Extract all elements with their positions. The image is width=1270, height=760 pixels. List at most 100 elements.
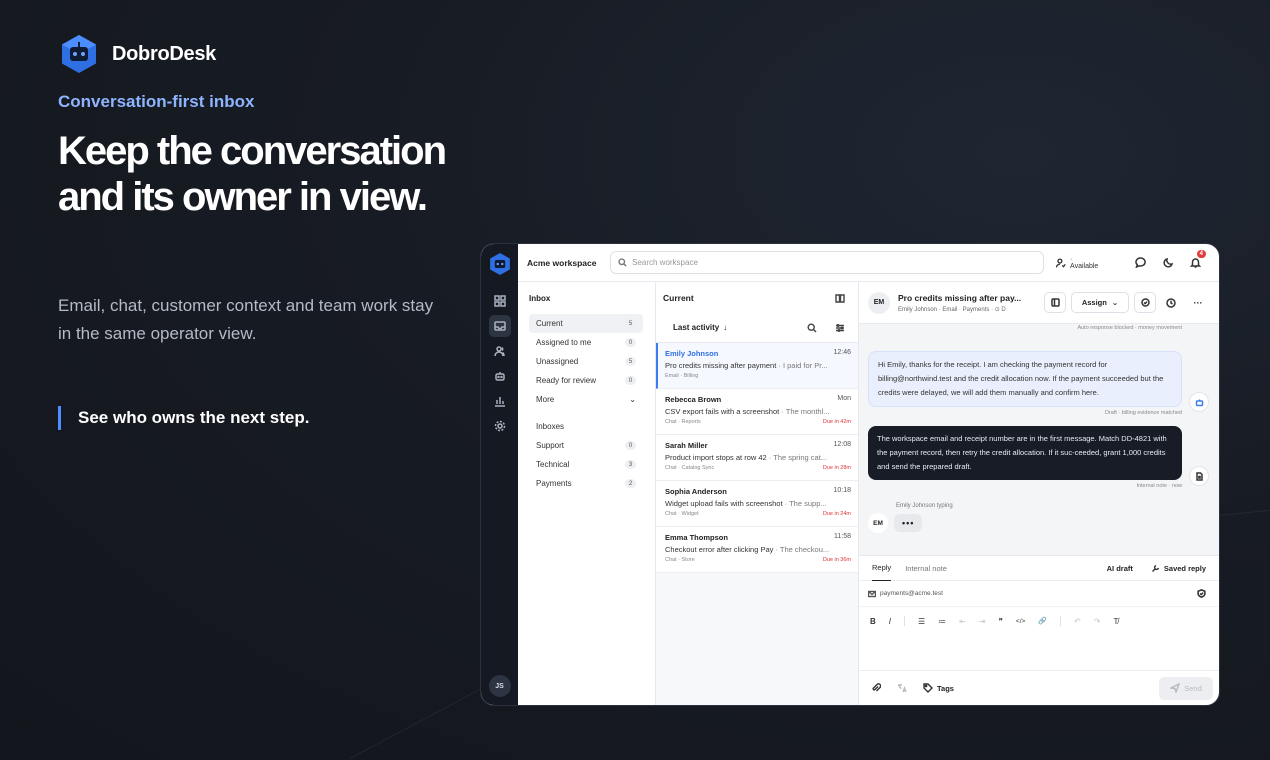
inbox-icon[interactable] bbox=[488, 315, 511, 337]
availability-toggle[interactable]: · Available bbox=[1056, 256, 1101, 270]
search-icon bbox=[618, 258, 627, 267]
search-icon[interactable] bbox=[807, 322, 817, 333]
assign-button[interactable]: Assign ⌄ bbox=[1071, 292, 1129, 313]
conversation-time: 12:46 bbox=[833, 349, 851, 356]
contact-avatar[interactable]: EM bbox=[868, 291, 890, 314]
bell-icon[interactable]: 4 bbox=[1182, 250, 1209, 268]
thread-title: Pro credits missing after pay... bbox=[898, 292, 1022, 303]
nav-item-ready-for-review[interactable]: Ready for review 0 bbox=[529, 371, 643, 390]
composer-tabs: Reply Internal note AI draft Saved reply bbox=[859, 556, 1219, 581]
conversation-name: Sarah Miller bbox=[665, 441, 708, 450]
conversation-due: Due in 28m bbox=[822, 465, 851, 471]
typing-indicator: EM ••• bbox=[868, 513, 1182, 533]
quote-button[interactable]: ❞ bbox=[999, 617, 1003, 626]
nav-item-current[interactable]: Current 5 bbox=[529, 314, 643, 333]
settings-icon[interactable] bbox=[489, 415, 511, 437]
snooze-button[interactable] bbox=[1159, 297, 1183, 308]
recipient-row[interactable]: payments@acme.test bbox=[859, 581, 1219, 607]
conversation-subject: Widget upload fails with screenshot bbox=[665, 499, 783, 508]
more-button[interactable]: ··· bbox=[1186, 298, 1210, 308]
tags-button[interactable]: Tags bbox=[923, 683, 954, 693]
moon-icon[interactable] bbox=[1155, 257, 1182, 268]
send-button[interactable]: Send bbox=[1159, 676, 1213, 700]
outdent-button[interactable]: ⇤ bbox=[959, 617, 966, 626]
indent-button[interactable]: ⇥ bbox=[979, 617, 986, 626]
link-button[interactable]: 🔗 bbox=[1038, 617, 1047, 625]
composer: Reply Internal note AI draft Saved reply… bbox=[859, 555, 1219, 705]
tab-internal-note[interactable]: Internal note bbox=[905, 556, 947, 581]
tag-icon bbox=[923, 683, 933, 693]
nav-item-support[interactable]: Support 0 bbox=[529, 436, 643, 455]
conversation-item[interactable]: Sophia Anderson 10:18 Widget upload fails… bbox=[656, 481, 858, 527]
conversation-item[interactable]: Emily Johnson 12:46 Pro credits missing a… bbox=[656, 343, 858, 389]
nav-item-assigned[interactable]: Assigned to me 0 bbox=[529, 333, 643, 352]
resolve-button[interactable] bbox=[1134, 292, 1156, 313]
conversation-item[interactable]: Rebecca Brown Mon CSV export fails with a… bbox=[656, 389, 858, 435]
italic-button[interactable]: I bbox=[889, 617, 891, 626]
search-input[interactable]: Search workspace bbox=[610, 251, 1045, 274]
content: Inbox Current 5 Assigned to me 0 Unassig… bbox=[518, 282, 1219, 705]
nav-item-payments[interactable]: Payments 2 bbox=[529, 474, 643, 493]
conversation-meta: Email · Billing bbox=[665, 373, 699, 379]
code-button[interactable]: </> bbox=[1016, 618, 1025, 625]
message-meta: Internal note · now bbox=[1136, 483, 1182, 489]
subtext: Email, chat, customer context and team w… bbox=[58, 296, 434, 343]
notification-badge: 4 bbox=[1196, 250, 1207, 258]
numbered-list-button[interactable]: ≔ bbox=[938, 617, 946, 626]
conversation-list: Current Last activity ↓ Emily Johnson 12:… bbox=[656, 282, 859, 705]
ai-draft-button[interactable]: AI draft bbox=[1107, 564, 1133, 573]
app-window: JS Acme workspace Search workspace · Ava… bbox=[480, 243, 1220, 706]
grid-icon[interactable] bbox=[489, 290, 511, 312]
undo-button[interactable]: ↶ bbox=[1074, 617, 1081, 626]
chat-icon[interactable] bbox=[1127, 257, 1154, 268]
message-meta: Draft · billing evidence matched bbox=[1104, 410, 1182, 416]
nav-count: 5 bbox=[625, 357, 636, 366]
nav-item-more[interactable]: More ⌄ bbox=[529, 390, 643, 409]
panel-toggle-button[interactable] bbox=[1044, 292, 1066, 313]
nav-item-technical[interactable]: Technical 3 bbox=[529, 455, 643, 474]
translate-icon[interactable] bbox=[897, 683, 907, 693]
nav-title: Inbox bbox=[529, 294, 551, 303]
conversation-item[interactable]: Sarah Miller 12:08 Product import stops a… bbox=[656, 435, 858, 481]
ai-draft-label: AI draft bbox=[1106, 563, 1133, 573]
redo-button[interactable]: ↷ bbox=[1094, 617, 1101, 626]
users-icon[interactable] bbox=[489, 340, 511, 362]
typing-avatar: EM bbox=[868, 513, 888, 533]
ai-draft-message[interactable]: Hi Emily, thanks for the receipt. I am c… bbox=[868, 351, 1182, 407]
clear-format-button[interactable]: T̸ bbox=[1113, 617, 1118, 626]
conversation-due: Due in 42m bbox=[822, 419, 851, 425]
bot-icon[interactable] bbox=[489, 365, 511, 387]
nav-item-label: Technical bbox=[536, 460, 570, 469]
conversation-item[interactable]: Emma Thompson 11:58 Checkout error after … bbox=[656, 527, 858, 573]
send-icon bbox=[1170, 683, 1181, 693]
chart-icon[interactable] bbox=[489, 390, 511, 412]
nav-item-label: Current bbox=[536, 319, 563, 328]
nav-item-unassigned[interactable]: Unassigned 5 bbox=[529, 352, 643, 371]
tab-reply[interactable]: Reply bbox=[872, 556, 892, 581]
composer-editor[interactable] bbox=[859, 635, 1219, 670]
nav-count: 2 bbox=[625, 479, 636, 488]
send-label: Send bbox=[1184, 683, 1202, 693]
bullet-list-button[interactable]: ☰ bbox=[918, 617, 925, 626]
nav-item-label: Unassigned bbox=[536, 357, 579, 366]
internal-note-message[interactable]: The workspace email and receipt number a… bbox=[868, 426, 1182, 480]
saved-reply-button[interactable]: Saved reply bbox=[1151, 564, 1206, 573]
shield-icon[interactable] bbox=[1197, 589, 1206, 598]
conversation-subject: Product import stops at row 42 bbox=[665, 453, 767, 462]
conversation-time: 12:08 bbox=[833, 441, 851, 448]
clock-icon bbox=[1166, 297, 1176, 308]
assign-label: Assign bbox=[1081, 298, 1107, 307]
format-toolbar: B I ☰ ≔ ⇤ ⇥ ❞ </> 🔗 ↶ ↷ T̸ bbox=[859, 607, 1219, 635]
user-avatar[interactable]: JS bbox=[488, 675, 511, 697]
paperclip-icon[interactable] bbox=[871, 683, 881, 693]
app-logo-icon[interactable] bbox=[489, 252, 511, 276]
message-thread: Auto response blocked · money movement H… bbox=[859, 324, 1219, 555]
bold-button[interactable]: B bbox=[870, 617, 876, 626]
workspace-name[interactable]: Acme workspace bbox=[527, 258, 610, 268]
conversation-preview: · The checkou... bbox=[773, 545, 830, 554]
thread-panel: EM Pro credits missing after pay... Emil… bbox=[859, 282, 1219, 705]
ai-bot-icon bbox=[1189, 392, 1209, 412]
sort-dropdown[interactable]: Last activity bbox=[673, 323, 719, 332]
filter-icon[interactable] bbox=[835, 323, 845, 333]
book-icon[interactable] bbox=[835, 293, 845, 303]
